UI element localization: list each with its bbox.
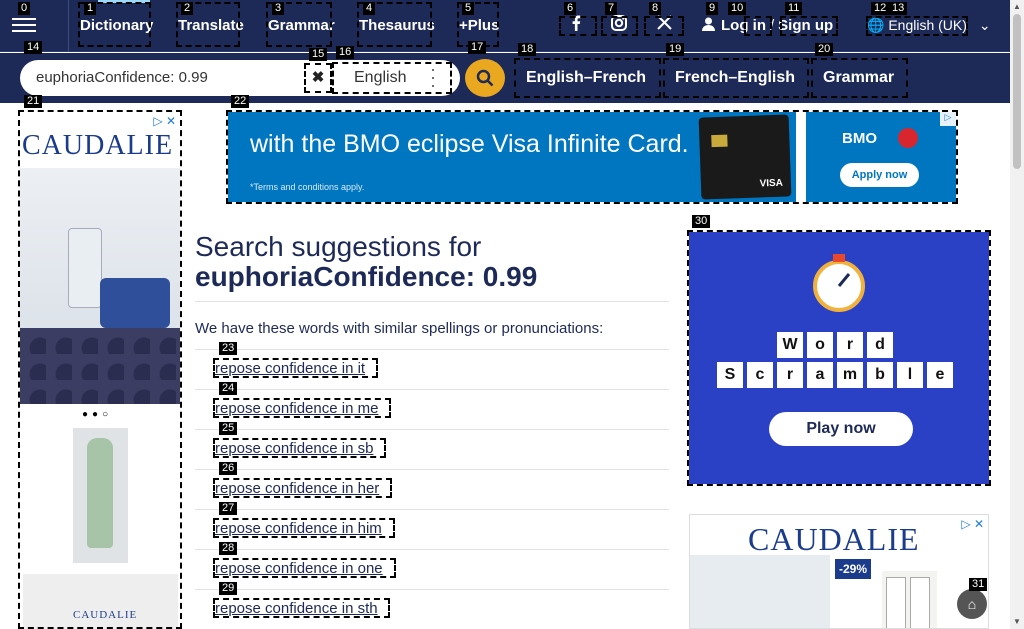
index-tag: 7 <box>605 2 618 15</box>
top-navigation-bar: Dictionary Translate Grammar Thesaurus +… <box>0 0 1010 52</box>
highlight-box <box>18 110 182 629</box>
index-tag: 16 <box>336 46 355 59</box>
index-tag: 22 <box>231 95 250 108</box>
scroll-down-arrow-icon[interactable]: ▼ <box>1013 617 1021 626</box>
chevron-down-icon: ⌄ <box>978 17 991 33</box>
highlight-box <box>213 598 390 618</box>
index-tag: 31 <box>969 578 988 591</box>
hamburger-menu-icon[interactable] <box>12 14 36 34</box>
scroll-to-top-button[interactable]: ⌂ <box>957 589 987 619</box>
index-tag: 3 <box>272 2 285 15</box>
page-title-term: euphoriaConfidence: 0.99 <box>195 261 538 292</box>
index-tag: 30 <box>692 215 711 228</box>
index-tag: 6 <box>564 2 577 15</box>
search-button[interactable] <box>465 59 505 97</box>
index-tag: 12 <box>871 2 890 15</box>
product-image <box>690 555 830 628</box>
page-scrollbar[interactable]: ▲ ▼ <box>1010 0 1024 629</box>
divider <box>195 589 669 590</box>
highlight-box <box>213 558 396 578</box>
index-tag: 1 <box>84 2 97 15</box>
index-tag: 26 <box>219 462 238 475</box>
highlight-box <box>226 110 958 204</box>
index-tag: 18 <box>518 43 537 56</box>
highlight-box <box>213 518 395 538</box>
product-image <box>882 571 937 628</box>
highlight-box <box>780 16 838 36</box>
scrollbar-thumb[interactable] <box>1013 14 1021 169</box>
scroll-up-arrow-icon[interactable]: ▲ <box>1013 2 1021 11</box>
highlight-box <box>213 438 386 458</box>
index-tag: 2 <box>181 2 194 15</box>
search-icon <box>476 69 494 87</box>
divider <box>195 469 669 470</box>
highlight-box <box>811 58 908 98</box>
divider <box>195 509 669 510</box>
search-input-value: euphoriaConfidence: 0.99 <box>36 69 208 86</box>
index-tag: 13 <box>889 2 908 15</box>
index-tag: 23 <box>219 342 238 355</box>
index-tag: 15 <box>309 48 328 61</box>
highlight-box <box>213 358 378 378</box>
index-tag: 24 <box>219 382 238 395</box>
index-tag: 25 <box>219 422 238 435</box>
index-tag: 28 <box>219 542 238 555</box>
divider <box>195 389 669 390</box>
divider <box>195 429 669 430</box>
highlight-box <box>744 16 772 36</box>
index-tag: 9 <box>706 2 719 15</box>
divider <box>195 301 669 302</box>
divider <box>195 549 669 550</box>
highlight-box <box>213 478 392 498</box>
index-tag: 5 <box>462 2 475 15</box>
highlight-box <box>332 62 452 94</box>
highlight-box <box>644 16 684 36</box>
page-title-prefix: Search suggestions for <box>195 231 482 262</box>
page-title: Search suggestions for euphoriaConfidenc… <box>195 232 537 292</box>
highlight-box <box>304 63 332 93</box>
index-tag: 8 <box>649 2 662 15</box>
highlight-box <box>663 58 809 98</box>
index-tag: 27 <box>219 502 238 515</box>
adchoices-icon[interactable]: ▷ ✕ <box>961 517 984 531</box>
divider <box>195 349 669 350</box>
index-tag: 14 <box>24 41 43 54</box>
highlight-box <box>514 58 661 98</box>
caudalie-logo: CAUDALIE <box>748 521 920 557</box>
index-tag: 21 <box>24 95 43 108</box>
user-icon <box>702 17 715 31</box>
index-tag: 10 <box>728 2 747 15</box>
right-bottom-advertisement[interactable]: ▷ ✕ CAUDALIE -29% <box>689 514 989 629</box>
highlight-box <box>601 16 638 36</box>
highlight-box <box>687 230 991 486</box>
index-tag: 20 <box>815 43 834 56</box>
index-tag: 19 <box>666 43 685 56</box>
index-tag: 17 <box>468 41 487 54</box>
discount-badge: -29% <box>835 559 871 579</box>
index-tag: 0 <box>18 2 31 15</box>
index-tag: 29 <box>219 582 238 595</box>
highlight-box <box>559 16 597 36</box>
nav-divider <box>68 0 69 52</box>
index-tag: 11 <box>785 2 803 15</box>
highlight-box <box>213 398 391 418</box>
suggestions-intro: We have these words with similar spellin… <box>195 320 604 337</box>
highlight-box <box>866 16 968 36</box>
index-tag: 4 <box>363 2 376 15</box>
